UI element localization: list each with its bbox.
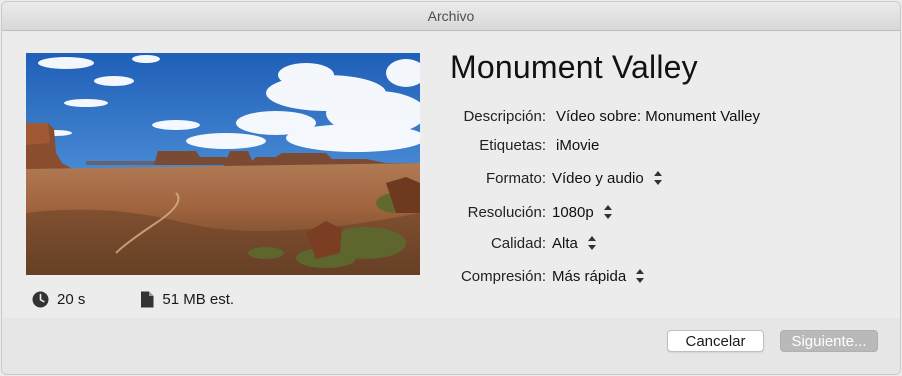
compression-row: Compresión: Más rápida xyxy=(402,265,892,287)
format-popup[interactable]: Vídeo y audio xyxy=(552,170,662,187)
compression-popup[interactable]: Más rápida xyxy=(552,267,645,285)
export-summary: 20 s 51 MB est. xyxy=(32,291,234,308)
format-value: Vídeo y audio xyxy=(552,169,644,187)
description-row: Descripción: Vídeo sobre: Monument Valle… xyxy=(402,105,892,127)
file-size-info: 51 MB est. xyxy=(140,291,234,308)
dialog-content: 20 s 51 MB est. Monument Valley Descripc… xyxy=(2,31,900,320)
window-titlebar: Archivo xyxy=(2,2,900,31)
duration-info: 20 s xyxy=(32,291,85,308)
project-title: Monument Valley xyxy=(450,49,698,85)
next-button[interactable]: Siguiente... xyxy=(780,330,878,352)
description-field[interactable]: Vídeo sobre: Monument Valley xyxy=(556,108,760,125)
export-dialog: Archivo 20 s 51 MB est. Monument Valley … xyxy=(1,1,901,375)
cancel-button[interactable]: Cancelar xyxy=(667,330,764,352)
quality-label: Calidad: xyxy=(490,234,546,252)
resolution-row: Resolución: 1080p xyxy=(402,201,892,223)
quality-popup[interactable]: Alta xyxy=(552,235,596,252)
description-label: Descripción: xyxy=(463,107,546,125)
document-icon xyxy=(141,291,154,308)
monument-valley-landscape-image xyxy=(26,53,420,275)
resolution-popup[interactable]: 1080p xyxy=(552,204,612,221)
popup-arrows-icon xyxy=(587,236,596,250)
tags-label: Etiquetas: xyxy=(479,136,546,154)
quality-row: Calidad: Alta xyxy=(402,232,892,254)
resolution-value: 1080p xyxy=(552,203,594,221)
compression-value: Más rápida xyxy=(552,267,627,285)
file-size-value: 51 MB est. xyxy=(162,291,235,308)
window-title: Archivo xyxy=(427,8,475,24)
popup-arrows-icon xyxy=(653,171,662,185)
format-row: Formato: Vídeo y audio xyxy=(402,167,892,189)
popup-arrows-icon xyxy=(636,269,645,283)
quality-value: Alta xyxy=(552,234,578,252)
tags-row: Etiquetas: iMovie xyxy=(402,134,892,156)
video-thumbnail xyxy=(26,53,420,275)
popup-arrows-icon xyxy=(603,205,612,219)
duration-value: 20 s xyxy=(57,291,86,308)
compression-label: Compresión: xyxy=(460,267,546,285)
dialog-footer: Cancelar Siguiente... xyxy=(2,318,900,374)
tags-field[interactable]: iMovie xyxy=(556,137,599,154)
clock-icon xyxy=(32,291,49,308)
resolution-label: Resolución: xyxy=(467,203,546,221)
format-label: Formato: xyxy=(485,169,546,187)
